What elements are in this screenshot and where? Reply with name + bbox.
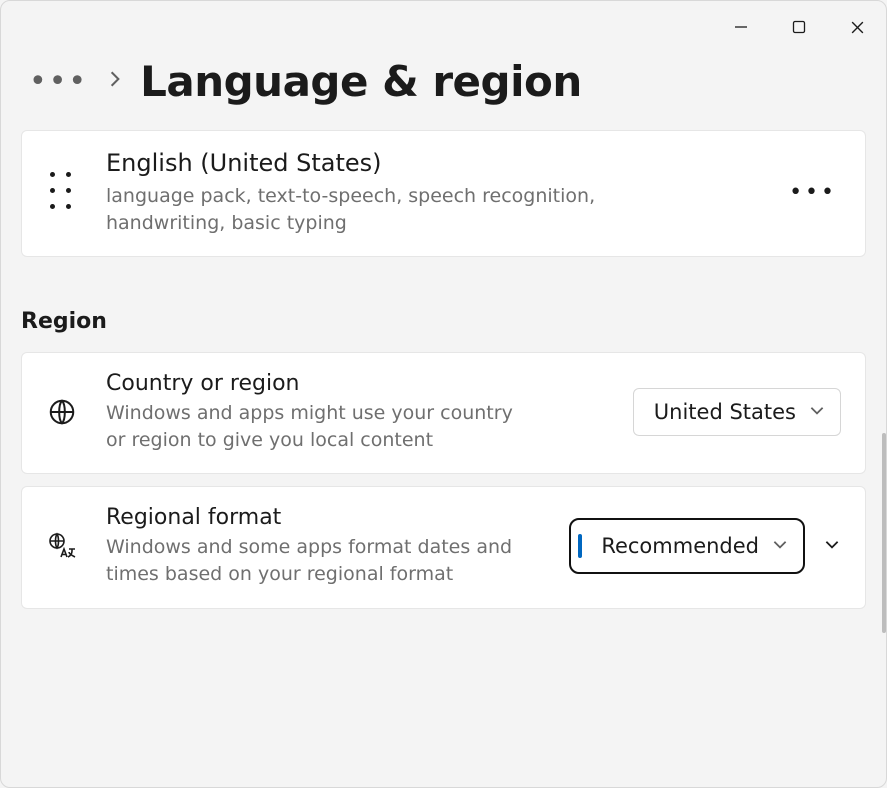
language-item[interactable]: English (United States) language pack, t… [21, 130, 866, 257]
language-text: English (United States) language pack, t… [106, 149, 763, 236]
regional-format-value: Recommended [591, 534, 759, 558]
format-title: Regional format [106, 505, 547, 530]
globe-icon [40, 397, 84, 427]
chevron-down-icon [808, 400, 826, 424]
expand-section-button[interactable] [823, 535, 841, 557]
content-area: English (United States) language pack, t… [1, 130, 886, 609]
page-title: Language & region [140, 57, 582, 106]
country-desc: Windows and apps might use your country … [106, 400, 526, 453]
close-button[interactable] [828, 7, 886, 47]
regional-format-item: Regional format Windows and some apps fo… [21, 486, 866, 608]
minimize-icon [734, 20, 748, 34]
language-features: language pack, text-to-speech, speech re… [106, 183, 626, 236]
country-title: Country or region [106, 371, 611, 396]
close-icon [850, 20, 865, 35]
region-section-heading: Region [21, 269, 866, 352]
country-dropdown-value: United States [654, 400, 796, 424]
language-name: English (United States) [106, 149, 763, 177]
chevron-right-icon [96, 69, 140, 94]
maximize-icon [792, 20, 806, 34]
breadcrumb-more-icon[interactable]: ••• [21, 67, 96, 97]
country-region-item: Country or region Windows and apps might… [21, 352, 866, 474]
page-header: ••• Language & region [1, 49, 886, 130]
country-dropdown[interactable]: United States [633, 388, 841, 436]
regional-format-dropdown[interactable]: Recommended [569, 518, 805, 574]
scrollbar-thumb[interactable] [882, 433, 886, 633]
chevron-down-icon [771, 534, 789, 558]
maximize-button[interactable] [770, 7, 828, 47]
language-more-button[interactable]: ••• [785, 180, 841, 205]
minimize-button[interactable] [712, 7, 770, 47]
drag-handle-icon[interactable] [40, 172, 84, 214]
locale-icon [40, 530, 84, 562]
format-desc: Windows and some apps format dates and t… [106, 534, 526, 587]
window-titlebar [1, 1, 886, 49]
